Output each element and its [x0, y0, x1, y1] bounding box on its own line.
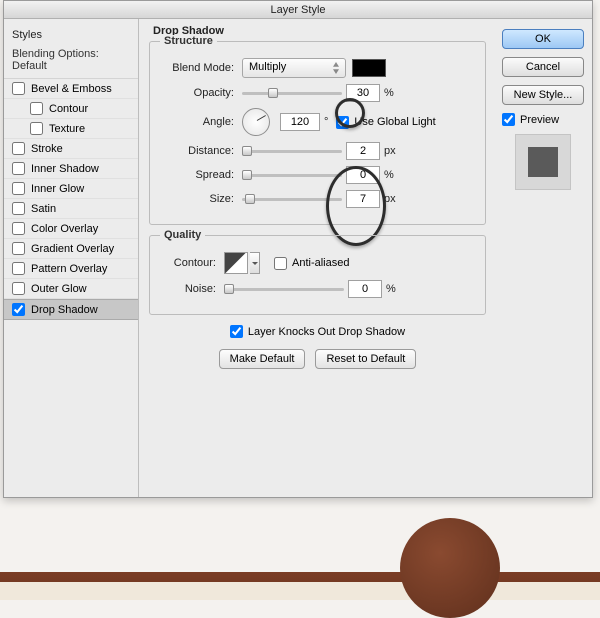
style-item-label: Stroke — [31, 143, 63, 155]
style-checkbox[interactable] — [12, 142, 25, 155]
quality-legend: Quality — [160, 229, 205, 241]
layer-style-dialog: Layer Style Styles Blending Options: Def… — [3, 0, 593, 498]
use-global-light-label: Use Global Light — [354, 116, 435, 128]
size-input[interactable]: 7 — [346, 190, 380, 208]
style-item-label: Inner Shadow — [31, 163, 99, 175]
spread-label: Spread: — [160, 169, 234, 181]
shadow-color-swatch[interactable] — [352, 59, 386, 77]
style-item-drop-shadow[interactable]: Drop Shadow — [4, 299, 138, 320]
style-item-inner-glow[interactable]: Inner Glow — [4, 179, 138, 199]
style-checkbox[interactable] — [12, 162, 25, 175]
distance-label: Distance: — [160, 145, 234, 157]
opacity-slider[interactable] — [242, 86, 342, 100]
blend-mode-select[interactable]: Multiply — [242, 58, 346, 78]
ok-button[interactable]: OK — [502, 29, 584, 49]
contour-picker[interactable] — [224, 252, 248, 274]
style-item-label: Pattern Overlay — [31, 263, 107, 275]
noise-input[interactable]: 0 — [348, 280, 382, 298]
style-item-inner-shadow[interactable]: Inner Shadow — [4, 159, 138, 179]
styles-header[interactable]: Styles — [4, 25, 138, 45]
distance-slider[interactable] — [242, 144, 342, 158]
effect-settings-panel: Drop Shadow Structure Blend Mode: Multip… — [139, 19, 494, 497]
style-item-label: Gradient Overlay — [31, 243, 114, 255]
angle-unit: ° — [324, 116, 328, 128]
quality-group: Quality Contour: Anti-aliased Noise: 0 % — [149, 235, 486, 315]
opacity-unit: % — [384, 87, 394, 99]
spread-slider[interactable] — [242, 168, 342, 182]
style-item-satin[interactable]: Satin — [4, 199, 138, 219]
style-item-pattern-overlay[interactable]: Pattern Overlay — [4, 259, 138, 279]
opacity-input[interactable]: 30 — [346, 84, 380, 102]
reset-to-default-button[interactable]: Reset to Default — [315, 349, 416, 369]
size-slider[interactable] — [242, 192, 342, 206]
style-item-outer-glow[interactable]: Outer Glow — [4, 279, 138, 299]
layer-knocks-out-checkbox[interactable]: Layer Knocks Out Drop Shadow — [230, 325, 405, 338]
layer-knocks-out-label: Layer Knocks Out Drop Shadow — [248, 326, 405, 338]
noise-unit: % — [386, 283, 396, 295]
use-global-light-checkbox[interactable]: Use Global Light — [336, 116, 435, 129]
new-style-button[interactable]: New Style... — [502, 85, 584, 105]
size-unit: px — [384, 193, 396, 205]
style-checkbox[interactable] — [12, 202, 25, 215]
style-checkbox[interactable] — [12, 182, 25, 195]
style-checkbox[interactable] — [12, 222, 25, 235]
style-item-bevel-emboss[interactable]: Bevel & Emboss — [4, 79, 138, 99]
style-item-label: Drop Shadow — [31, 304, 98, 316]
style-item-label: Outer Glow — [31, 283, 87, 295]
style-item-label: Color Overlay — [31, 223, 98, 235]
cancel-button[interactable]: Cancel — [502, 57, 584, 77]
dialog-actions: OK Cancel New Style... Preview — [494, 19, 592, 497]
preview-label: Preview — [520, 114, 559, 126]
style-checkbox[interactable] — [12, 303, 25, 316]
background-brown-circle — [400, 518, 500, 618]
anti-aliased-label: Anti-aliased — [292, 257, 349, 269]
structure-group: Structure Blend Mode: Multiply Opacity: … — [149, 41, 486, 225]
distance-input[interactable]: 2 — [346, 142, 380, 160]
style-checkbox[interactable] — [12, 282, 25, 295]
style-item-label: Texture — [49, 123, 85, 135]
angle-label: Angle: — [160, 116, 234, 128]
style-item-stroke[interactable]: Stroke — [4, 139, 138, 159]
styles-sidebar: Styles Blending Options: Default Bevel &… — [4, 19, 139, 497]
make-default-button[interactable]: Make Default — [219, 349, 306, 369]
preview-checkbox[interactable]: Preview — [502, 113, 584, 126]
spread-input[interactable]: 0 — [346, 166, 380, 184]
opacity-label: Opacity: — [160, 87, 234, 99]
anti-aliased-checkbox[interactable]: Anti-aliased — [274, 257, 349, 270]
style-item-label: Contour — [49, 103, 88, 115]
distance-unit: px — [384, 145, 396, 157]
angle-input[interactable]: 120 — [280, 113, 320, 131]
style-item-label: Inner Glow — [31, 183, 84, 195]
style-item-label: Bevel & Emboss — [31, 83, 112, 95]
angle-dial[interactable] — [242, 108, 270, 136]
blending-options-default[interactable]: Blending Options: Default — [4, 45, 138, 79]
style-checkbox[interactable] — [30, 122, 43, 135]
style-checkbox[interactable] — [12, 262, 25, 275]
spread-unit: % — [384, 169, 394, 181]
dialog-title: Layer Style — [4, 1, 592, 19]
noise-slider[interactable] — [224, 282, 344, 296]
blend-mode-label: Blend Mode: — [160, 62, 234, 74]
style-item-gradient-overlay[interactable]: Gradient Overlay — [4, 239, 138, 259]
size-label: Size: — [160, 193, 234, 205]
contour-label: Contour: — [160, 257, 216, 269]
structure-legend: Structure — [160, 35, 217, 47]
noise-label: Noise: — [160, 283, 216, 295]
style-item-label: Satin — [31, 203, 56, 215]
style-item-contour[interactable]: Contour — [4, 99, 138, 119]
preview-swatch — [515, 134, 571, 190]
contour-dropdown[interactable] — [250, 252, 260, 274]
background-stripe-cream — [0, 582, 600, 600]
style-item-texture[interactable]: Texture — [4, 119, 138, 139]
style-item-color-overlay[interactable]: Color Overlay — [4, 219, 138, 239]
style-checkbox[interactable] — [12, 82, 25, 95]
blend-mode-value: Multiply — [249, 61, 286, 73]
style-checkbox[interactable] — [12, 242, 25, 255]
style-checkbox[interactable] — [30, 102, 43, 115]
